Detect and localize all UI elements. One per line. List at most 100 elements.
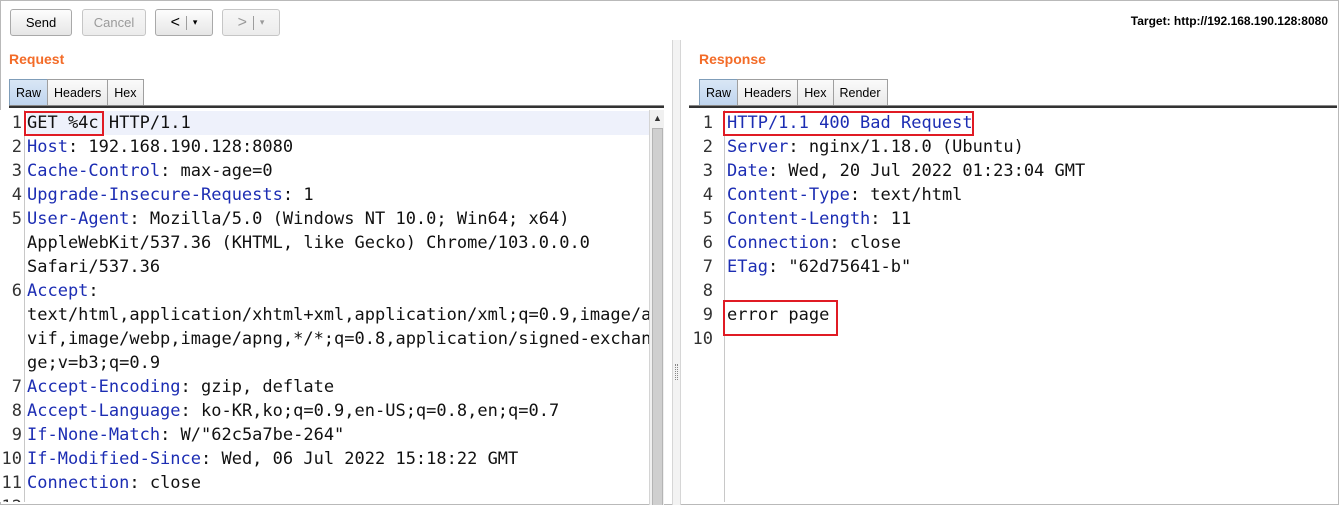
- header-name: Date: [727, 161, 768, 181]
- code-line[interactable]: Date: Wed, 20 Jul 2022 01:23:04 GMT: [727, 159, 1337, 183]
- back-button[interactable]: < ▾: [155, 9, 213, 36]
- line-number: 4: [702, 185, 713, 205]
- send-button[interactable]: Send: [10, 9, 72, 36]
- line-number: 5: [11, 209, 22, 229]
- code-line[interactable]: GET %4c HTTP/1.1: [27, 111, 649, 135]
- code-line[interactable]: AppleWebKit/537.36 (KHTML, like Gecko) C…: [27, 231, 649, 255]
- response-tab-raw[interactable]: Raw: [699, 79, 739, 106]
- line-number: 9: [702, 305, 713, 325]
- code-line[interactable]: text/html,application/xhtml+xml,applicat…: [27, 303, 649, 327]
- header-value: ge;v=b3;q=0.9: [27, 353, 161, 373]
- line-number: 1: [11, 113, 22, 133]
- highlight-body: [723, 300, 838, 336]
- request-tab-raw[interactable]: Raw: [9, 79, 49, 106]
- header-name: Host: [27, 137, 68, 157]
- forward-arrow-icon: >: [237, 13, 247, 31]
- code-line[interactable]: Connection: close: [27, 471, 649, 495]
- line-number: 3: [11, 161, 22, 181]
- line-number: 7: [11, 377, 22, 397]
- response-tab-hex[interactable]: Hex: [797, 79, 834, 106]
- header-value: Safari/537.36: [27, 257, 161, 277]
- header-value: : 1: [282, 185, 314, 205]
- scroll-up-icon[interactable]: ▲: [653, 113, 662, 123]
- response-tab-render[interactable]: Render: [832, 79, 888, 106]
- code-line[interactable]: If-None-Match: W/"62c5a7be-264": [27, 423, 649, 447]
- request-title: Request: [9, 51, 65, 67]
- header-value: text/html,application/xhtml+xml,applicat…: [27, 305, 649, 325]
- pane-divider[interactable]: [672, 40, 681, 505]
- line-number: [0, 327, 22, 351]
- response-title: Response: [699, 51, 766, 67]
- header-value: : Wed, 06 Jul 2022 15:18:22 GMT: [201, 449, 519, 469]
- line-number: 12: [0, 495, 22, 502]
- header-name: Content-Type: [727, 185, 850, 205]
- code-line[interactable]: If-Modified-Since: Wed, 06 Jul 2022 15:1…: [27, 447, 649, 471]
- code-line[interactable]: Server: nginx/1.18.0 (Ubuntu): [727, 135, 1337, 159]
- line-number: 7: [702, 257, 713, 277]
- header-value: : close: [829, 233, 902, 253]
- header-value: : Wed, 20 Jul 2022 01:23:04 GMT: [767, 161, 1086, 181]
- code-line[interactable]: Content-Type: text/html: [727, 183, 1337, 207]
- scrollbar-thumb[interactable]: [652, 128, 663, 505]
- code-line[interactable]: Content-Length: 11: [727, 207, 1337, 231]
- header-value: : Mozilla/5.0 (Windows NT 10.0; Win64; x…: [129, 209, 570, 229]
- back-arrow-icon: <: [170, 13, 180, 31]
- code-line[interactable]: Accept-Language: ko-KR,ko;q=0.9,en-US;q=…: [27, 399, 649, 423]
- line-number: [0, 255, 22, 279]
- code-line[interactable]: Cache-Control: max-age=0: [27, 159, 649, 183]
- line-number: 8: [702, 281, 713, 301]
- code-line[interactable]: vif,image/webp,image/apng,*/*;q=0.8,appl…: [27, 327, 649, 351]
- header-name: Accept: [27, 281, 89, 301]
- cancel-button[interactable]: Cancel: [82, 9, 146, 36]
- request-scrollbar[interactable]: ▲: [649, 110, 664, 505]
- highlight-request-line: [24, 111, 104, 136]
- line-number: 2: [702, 137, 713, 157]
- header-value: : 11: [870, 209, 912, 229]
- response-tab-headers[interactable]: Headers: [737, 79, 799, 106]
- code-line[interactable]: Upgrade-Insecure-Requests: 1: [27, 183, 649, 207]
- chevron-down-icon[interactable]: ▾: [193, 17, 198, 28]
- request-editor[interactable]: 1 GET %4c HTTP/1.1 2 Host: 192.168.190.128:…: [0, 110, 649, 502]
- header-value: : max-age=0: [160, 161, 273, 181]
- header-name: Upgrade-Insecure-Requests: [27, 185, 283, 205]
- target-label[interactable]: Target: http://192.168.190.128:8080: [1131, 14, 1328, 28]
- line-number: 6: [11, 281, 22, 301]
- header-name: Server: [727, 137, 789, 157]
- request-tabs: Raw Headers Hex: [9, 79, 144, 106]
- code-line[interactable]: ETag: "62d75641-b": [727, 255, 1337, 279]
- tab-underline: [689, 105, 1337, 108]
- separator: [252, 15, 254, 30]
- code-line[interactable]: Connection: close: [727, 231, 1337, 255]
- header-value: : nginx/1.18.0 (Ubuntu): [788, 137, 1024, 157]
- header-value: AppleWebKit/537.36 (KHTML, like Gecko) C…: [27, 233, 590, 253]
- code-line[interactable]: User-Agent: Mozilla/5.0 (Windows NT 10.0…: [27, 207, 649, 231]
- gutter-divider: [24, 110, 25, 502]
- line-number: 4: [11, 185, 22, 205]
- code-line[interactable]: ge;v=b3;q=0.9: [27, 351, 649, 375]
- code-line[interactable]: Accept-Encoding: gzip, deflate: [27, 375, 649, 399]
- line-number: 6: [702, 233, 713, 253]
- header-value: : "62d75641-b": [767, 257, 912, 277]
- header-name: If-None-Match: [27, 425, 161, 445]
- request-tab-headers[interactable]: Headers: [47, 79, 109, 106]
- header-value: vif,image/webp,image/apng,*/*;q=0.8,appl…: [27, 329, 649, 349]
- header-value: : W/"62c5a7be-264": [160, 425, 345, 445]
- line-number: 11: [1, 473, 22, 493]
- header-value: : gzip, deflate: [180, 377, 335, 397]
- line-number: 8: [11, 401, 22, 421]
- request-tab-hex[interactable]: Hex: [107, 79, 144, 106]
- tab-underline: [9, 105, 664, 108]
- code-line[interactable]: Safari/537.36: [27, 255, 649, 279]
- header-name: Accept-Encoding: [27, 377, 181, 397]
- divider-grip-icon[interactable]: [675, 364, 678, 380]
- line-number: [0, 303, 22, 327]
- header-name: If-Modified-Since: [27, 449, 201, 469]
- line-number: 1: [702, 113, 713, 133]
- code-line[interactable]: [27, 495, 649, 502]
- chevron-down-icon[interactable]: ▾: [260, 17, 265, 28]
- code-line[interactable]: Host: 192.168.190.128:8080: [27, 135, 649, 159]
- header-name: User-Agent: [27, 209, 130, 229]
- forward-button[interactable]: > ▾: [222, 9, 280, 36]
- code-line[interactable]: Accept:: [27, 279, 649, 303]
- line-number: 2: [11, 137, 22, 157]
